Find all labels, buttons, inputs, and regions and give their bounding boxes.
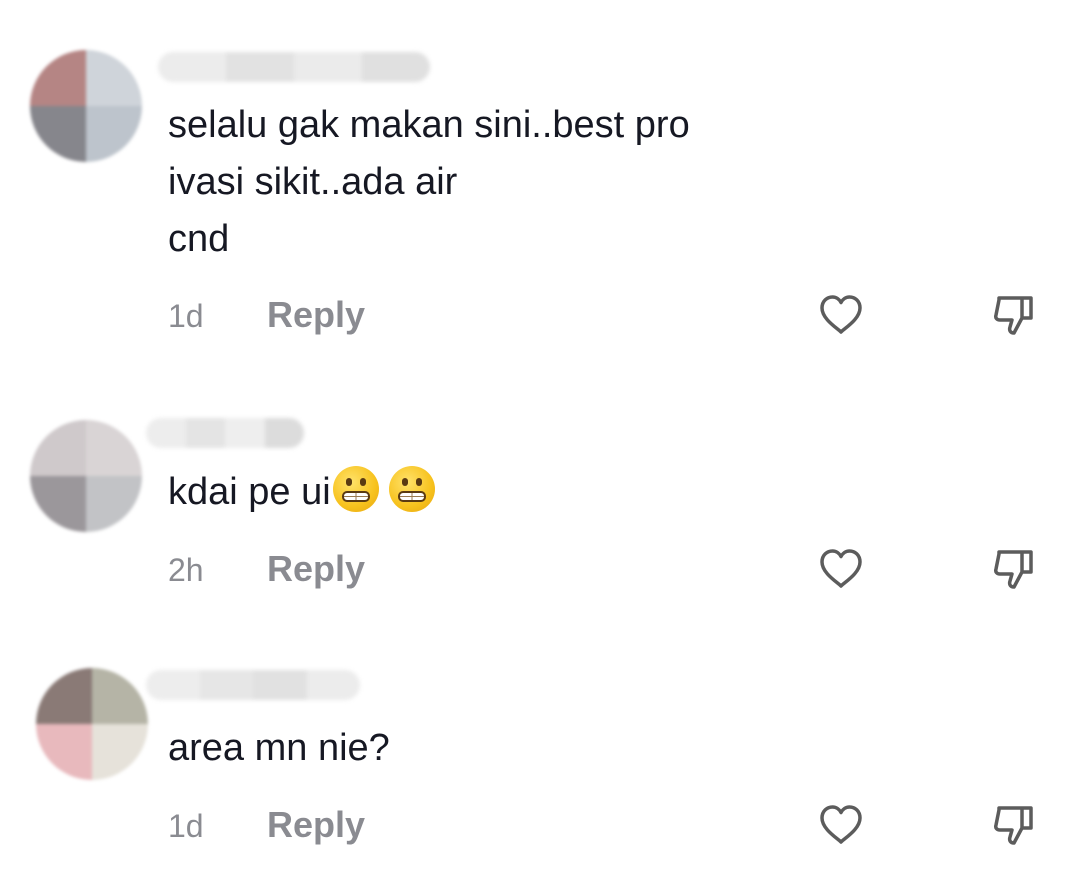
avatar-blur-cell [30, 476, 86, 532]
thumbs-down-outline-icon[interactable] [990, 291, 1038, 339]
avatar[interactable] [30, 50, 142, 162]
comment-text: kdai pe ui [168, 464, 435, 521]
emoji-teeth [341, 491, 370, 502]
reply-button[interactable]: Reply [267, 294, 365, 336]
avatar-blur-cell [30, 420, 86, 476]
avatar-blur-cell [86, 50, 142, 106]
avatar[interactable] [30, 420, 142, 532]
username-blur-cell [306, 670, 360, 700]
avatar-blur-cell [86, 420, 142, 476]
username-blur-cell [199, 670, 253, 700]
avatar-blur-cell [92, 724, 148, 780]
heart-outline-icon[interactable] [817, 545, 865, 593]
reply-button[interactable]: Reply [267, 804, 365, 846]
heart-outline-icon[interactable] [817, 801, 865, 849]
username-blur-cell [253, 670, 307, 700]
grimacing-face-emoji [332, 466, 379, 512]
comment-timestamp: 2h [168, 552, 204, 588]
avatar-blur-cell [36, 668, 92, 724]
username-blur-cell [264, 418, 304, 448]
comment-timestamp: 1d [168, 808, 204, 844]
avatar-blur-cell [36, 724, 92, 780]
username-redacted[interactable] [146, 670, 360, 700]
username-blur-cell [225, 418, 265, 448]
reply-button[interactable]: Reply [267, 548, 365, 590]
username-redacted[interactable] [146, 418, 304, 448]
username-blur-cell [146, 670, 200, 700]
username-blur-cell [294, 52, 362, 82]
username-redacted[interactable] [158, 52, 430, 82]
emoji-teeth [397, 491, 426, 502]
username-blur-cell [226, 52, 294, 82]
heart-outline-icon[interactable] [817, 291, 865, 339]
avatar-blur-cell [92, 668, 148, 724]
username-blur-cell [362, 52, 430, 82]
avatar[interactable] [36, 668, 148, 780]
username-blur-cell [185, 418, 225, 448]
comment-text: area mn nie? [168, 727, 390, 769]
username-blur-cell [158, 52, 226, 82]
avatar-blur-cell [30, 50, 86, 106]
avatar-blur-cell [86, 476, 142, 532]
avatar-blur-cell [30, 106, 86, 162]
avatar-blur-cell [86, 106, 142, 162]
grimacing-face-emoji [388, 466, 435, 512]
comment-text-content: kdai pe ui [168, 471, 331, 513]
comment-timestamp: 1d [168, 298, 204, 334]
thumbs-down-outline-icon[interactable] [990, 801, 1038, 849]
thumbs-down-outline-icon[interactable] [990, 545, 1038, 593]
comment-text: selalu gak makan sini..best pro ivasi si… [168, 104, 690, 260]
username-blur-cell [146, 418, 186, 448]
